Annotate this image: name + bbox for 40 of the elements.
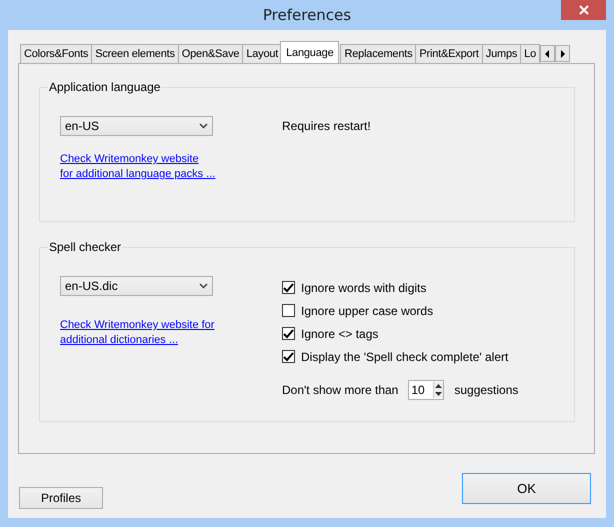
scroll-right-button[interactable] bbox=[555, 45, 570, 62]
right-arrow-icon bbox=[560, 50, 566, 58]
language-packs-link[interactable]: Check Writemonkey website for additional language packs ... bbox=[60, 152, 216, 182]
spin-down-icon bbox=[434, 390, 444, 398]
close-button[interactable] bbox=[561, 0, 606, 20]
left-arrow-icon bbox=[545, 50, 550, 58]
group-title: Spell checker bbox=[48, 240, 122, 254]
checkbox[interactable] bbox=[282, 281, 295, 294]
scroll-left-button[interactable] bbox=[540, 45, 556, 62]
checkbox-label: Ignore words with digits bbox=[301, 280, 426, 294]
spin-up-icon bbox=[434, 382, 444, 390]
tab[interactable]: Open&Save bbox=[178, 44, 244, 63]
tab[interactable]: Screen elements bbox=[91, 44, 179, 63]
checkbox-label: Ignore upper case words bbox=[301, 304, 434, 318]
checkbox-label: Ignore <> tags bbox=[301, 326, 378, 340]
chevron-down-icon bbox=[199, 283, 208, 289]
dictionaries-link[interactable]: Check Writemonkey website for additional dictionaries ... bbox=[60, 318, 214, 348]
ok-button[interactable]: OK bbox=[462, 473, 591, 504]
chevron-down-icon bbox=[199, 123, 208, 129]
dictionary-dropdown[interactable]: en-US.dic bbox=[60, 276, 213, 296]
tab[interactable]: Replacements bbox=[340, 44, 416, 63]
tab[interactable]: Lo bbox=[520, 44, 540, 63]
tab[interactable]: Layout bbox=[242, 44, 282, 63]
profiles-button[interactable]: Profiles bbox=[19, 487, 103, 509]
checkbox[interactable] bbox=[282, 327, 295, 340]
restart-note: Requires restart! bbox=[282, 119, 371, 135]
tab[interactable]: Jumps bbox=[482, 44, 522, 63]
group-title: Application language bbox=[48, 80, 162, 94]
tab[interactable]: Language bbox=[280, 41, 340, 63]
checkbox-label: Display the 'Spell check complete' alert bbox=[301, 350, 508, 364]
limit-label: Don't show more than bbox=[282, 383, 398, 397]
window-title: Preferences bbox=[262, 6, 352, 24]
suggestions-label: suggestions bbox=[454, 383, 518, 397]
suggestions-spinner[interactable]: 10 bbox=[408, 380, 444, 400]
checkbox[interactable] bbox=[282, 350, 295, 363]
language-dropdown[interactable]: en-US bbox=[60, 116, 213, 136]
tab[interactable]: Colors&Fonts bbox=[20, 44, 92, 63]
close-icon bbox=[578, 4, 590, 16]
tab[interactable]: Print&Export bbox=[415, 44, 483, 63]
checkbox[interactable] bbox=[282, 304, 295, 317]
